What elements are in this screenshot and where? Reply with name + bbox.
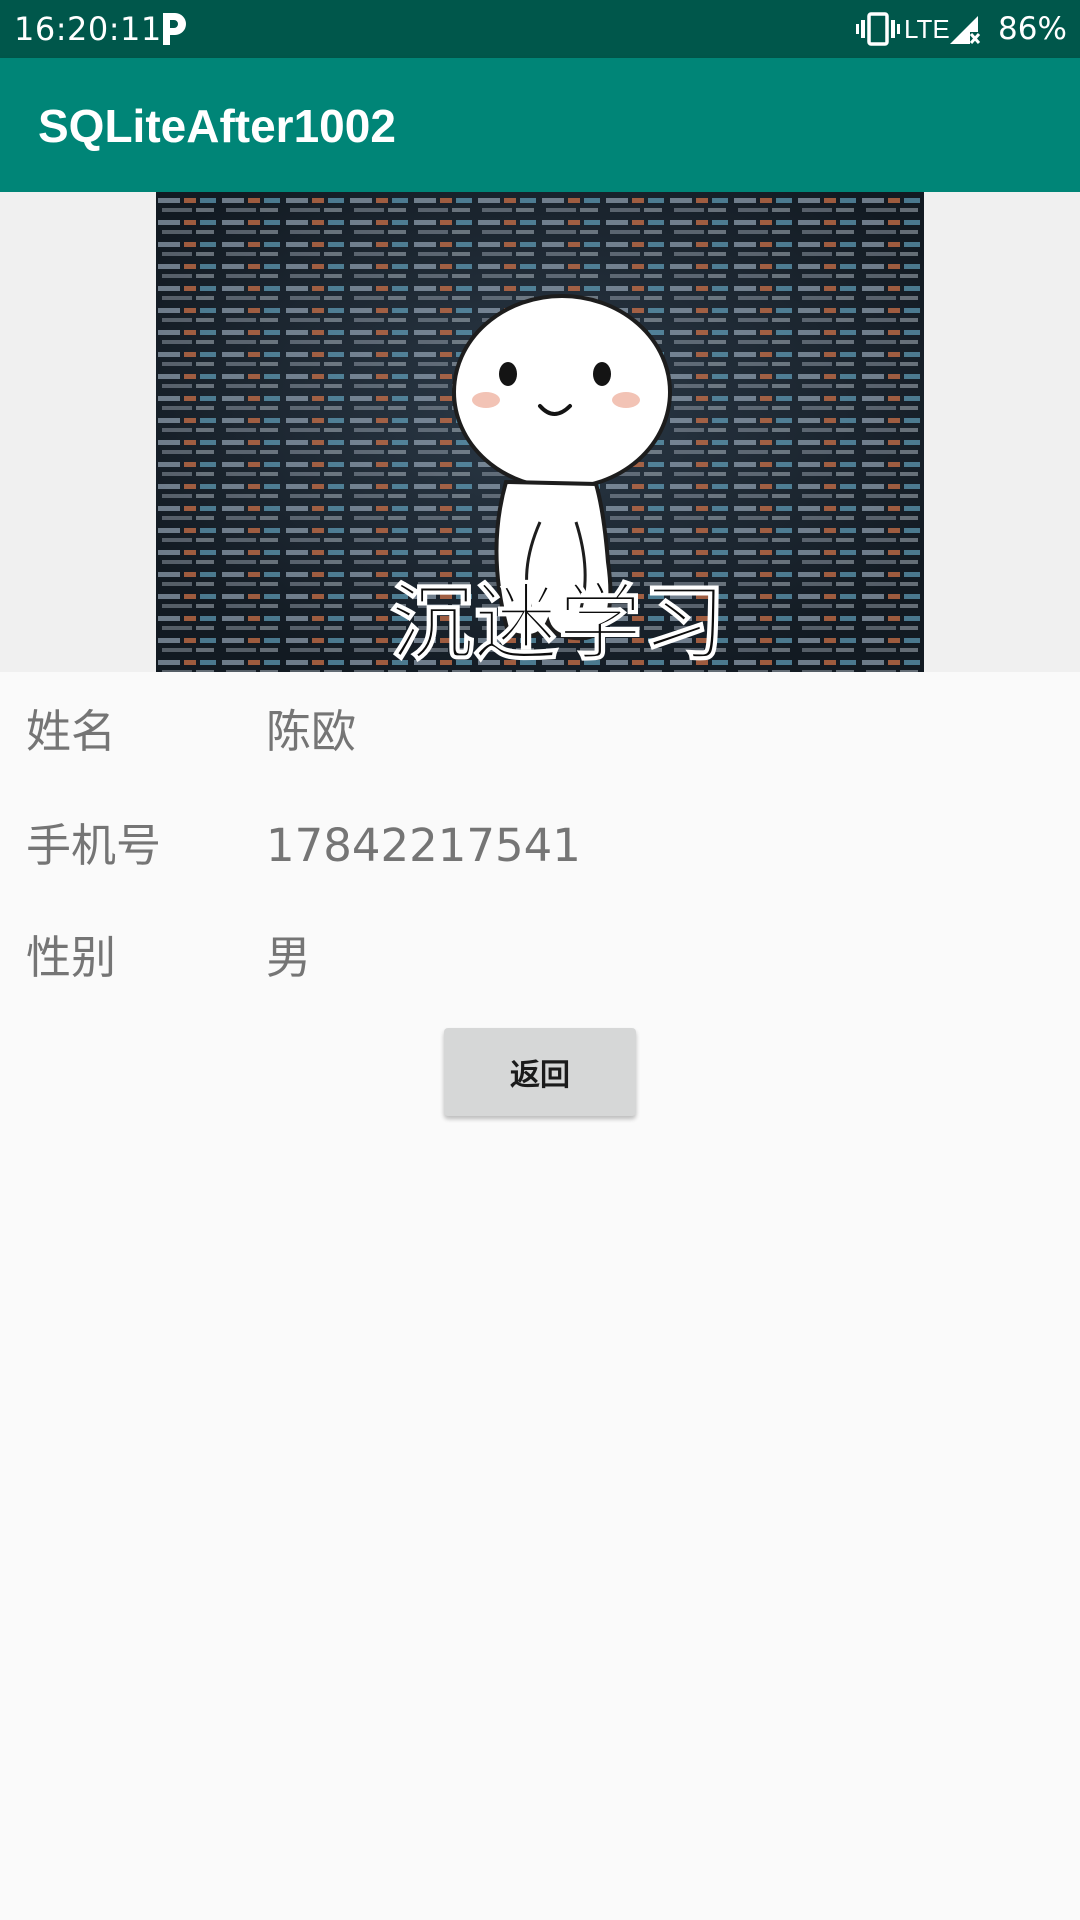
phone-label: 手机号 xyxy=(26,819,162,872)
status-time: 16:20:11 xyxy=(14,10,162,48)
app-bar: SQLiteAfter1002 xyxy=(0,58,1080,192)
name-value: 陈欧 xyxy=(266,705,357,758)
back-button[interactable]: 返回 xyxy=(444,1028,636,1116)
image-area: 沉迷学习 xyxy=(0,192,1080,672)
parking-p-icon xyxy=(163,13,186,45)
gender-value: 男 xyxy=(266,931,312,984)
status-bar: 16:20:11 LTE 86% xyxy=(0,0,1080,58)
name-label: 姓名 xyxy=(26,705,117,758)
vibrate-icon xyxy=(856,12,900,46)
profile-image: 沉迷学习 xyxy=(156,192,924,672)
app-title: SQLiteAfter1002 xyxy=(38,100,396,152)
image-caption: 沉迷学习 xyxy=(390,574,726,672)
network-type: LTE xyxy=(904,14,950,44)
gender-label: 性别 xyxy=(26,931,117,984)
signal-no-data-icon xyxy=(950,16,981,44)
battery-percent: 86% xyxy=(998,11,1067,47)
phone-value: 17842217541 xyxy=(266,819,581,872)
